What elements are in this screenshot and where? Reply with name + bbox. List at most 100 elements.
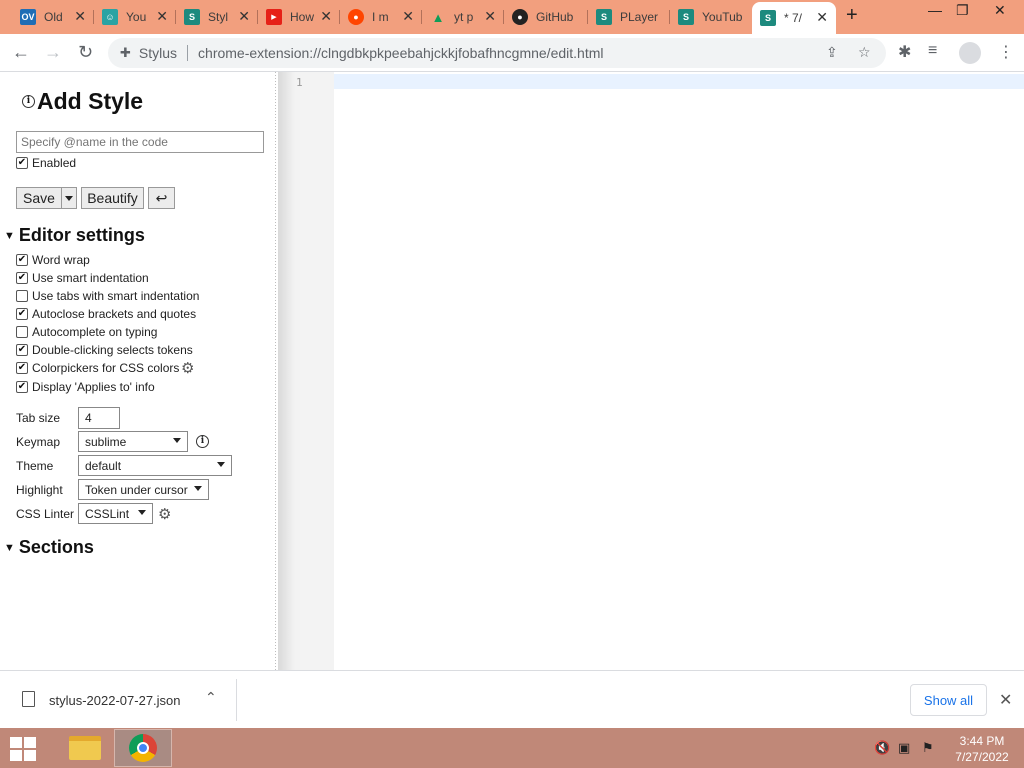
profile-avatar[interactable] (959, 42, 981, 64)
share-icon[interactable]: ⇪ (826, 44, 838, 61)
media-control-icon[interactable]: ≡ (928, 42, 937, 60)
tab-active-editor[interactable]: S * 7/ ✕ (752, 2, 836, 34)
site-label: Stylus (138, 45, 178, 61)
option-applies-to-info[interactable]: ✔ Display 'Applies to' info (16, 380, 155, 394)
colorpicker-gear-icon[interactable]: ⚙ (181, 359, 194, 377)
page-title-text: Add Style (37, 88, 144, 114)
checkbox-unchecked-icon[interactable] (16, 326, 28, 338)
save-dropdown-button[interactable] (61, 187, 77, 209)
forward-icon[interactable]: → (44, 42, 62, 63)
clock-date: 7/27/2022 (955, 750, 1009, 764)
close-icon[interactable]: ✕ (74, 8, 86, 25)
volume-muted-icon[interactable]: 🔇 (874, 740, 890, 756)
chevron-down-icon (138, 510, 146, 515)
download-file-name[interactable]: stylus-2022-07-27.json (49, 693, 181, 708)
checkbox-checked-icon[interactable]: ✔ (16, 272, 28, 284)
checkbox-checked-icon[interactable]: ✔ (16, 308, 28, 320)
clock[interactable]: 3:44 PM 7/27/2022 (950, 733, 1014, 765)
checkbox-checked-icon[interactable]: ✔ (16, 344, 28, 356)
tab-title: How (290, 10, 315, 24)
beautify-button[interactable]: Beautify (81, 187, 144, 209)
linter-gear-icon[interactable]: ⚙ (158, 505, 171, 523)
sections-heading[interactable]: ▼ Sections (4, 537, 94, 558)
tab-stylus[interactable]: S Styl ✕ (176, 4, 258, 30)
undo-button[interactable]: ↩ (148, 187, 175, 209)
tab-title: Styl (208, 10, 229, 24)
tab-title: yt p (454, 10, 474, 24)
url-text[interactable]: chrome-extension://clngdbkpkpeebahjckkjf… (198, 45, 603, 61)
close-icon[interactable]: ✕ (816, 9, 828, 26)
youtube-icon: ▶ (266, 9, 282, 25)
close-icon[interactable]: ✕ (238, 8, 250, 25)
tab-size-input[interactable]: 4 (78, 407, 120, 429)
triangle-down-icon: ▼ (4, 541, 15, 554)
save-button[interactable]: Save (16, 187, 62, 209)
triangle-down-icon: ▼ (4, 229, 15, 242)
close-icon[interactable]: ✕ (320, 8, 332, 25)
close-icon[interactable]: ✕ (402, 8, 414, 25)
address-bar[interactable]: ✚ Stylus chrome-extension://clngdbkpkpee… (108, 38, 886, 68)
close-icon[interactable]: ✕ (484, 8, 496, 25)
tab-how[interactable]: ▶ How ✕ (258, 4, 340, 30)
enabled-label: Enabled (32, 156, 77, 170)
chevron-down-icon (217, 462, 225, 467)
keymap-label: Keymap (16, 435, 61, 449)
close-icon[interactable]: ✕ (156, 8, 168, 25)
theme-select[interactable]: default (78, 455, 232, 476)
checkbox-checked-icon[interactable]: ✔ (16, 362, 28, 374)
close-icon[interactable]: ✕ (999, 690, 1012, 710)
checkbox-unchecked-icon[interactable] (16, 290, 28, 302)
checkbox-checked-icon[interactable]: ✔ (16, 254, 28, 266)
css-linter-select[interactable]: CSSLint (78, 503, 153, 524)
chevron-down-icon (65, 195, 73, 201)
tab-you[interactable]: ☺ You ✕ (94, 4, 176, 30)
option-tabs-smart-indentation[interactable]: Use tabs with smart indentation (16, 289, 199, 303)
style-name-input[interactable] (16, 131, 264, 153)
checkbox-checked-icon[interactable]: ✔ (16, 381, 28, 393)
keymap-select[interactable]: sublime (78, 431, 188, 452)
option-word-wrap[interactable]: ✔ Word wrap (16, 253, 90, 267)
info-icon[interactable]: i (22, 95, 35, 108)
stylus-icon: S (596, 9, 612, 25)
code-editor[interactable] (334, 72, 1024, 670)
windows-start-icon[interactable] (10, 737, 36, 761)
network-icon[interactable]: ▣ (898, 740, 910, 756)
chrome-taskbar-icon[interactable] (114, 729, 172, 767)
tab-reddit[interactable]: ● I m ✕ (340, 4, 422, 30)
window-close-icon[interactable]: ✕ (994, 2, 1006, 19)
tab-title: * 7/ (784, 11, 803, 25)
option-smart-indentation[interactable]: ✔ Use smart indentation (16, 271, 149, 285)
page-title: i Add Style (22, 88, 143, 115)
tab-player[interactable]: S PLayer (588, 4, 670, 30)
tab-title: I m (372, 10, 389, 24)
editor-gutter (278, 72, 334, 670)
keymap-info-icon[interactable]: i (196, 435, 209, 448)
option-autocomplete[interactable]: Autocomplete on typing (16, 325, 157, 339)
editor-settings-heading[interactable]: ▼ Editor settings (4, 225, 145, 246)
tab-drive[interactable]: ▲ yt p ✕ (422, 4, 504, 30)
highlight-select[interactable]: Token under cursor (78, 479, 209, 500)
tab-youtube[interactable]: S YouTub (670, 4, 752, 30)
restore-icon[interactable]: ❐ (956, 2, 969, 19)
show-all-button[interactable]: Show all (910, 684, 987, 716)
minimize-icon[interactable]: — (928, 2, 942, 18)
option-autoclose-brackets[interactable]: ✔ Autoclose brackets and quotes (16, 307, 196, 321)
ov-icon: OV (20, 9, 36, 25)
back-icon[interactable]: ← (12, 42, 30, 63)
menu-icon[interactable]: ⋮ (998, 42, 1014, 62)
reload-icon[interactable]: ↻ (78, 42, 93, 63)
checkbox-checked-icon[interactable]: ✔ (16, 157, 28, 169)
action-center-icon[interactable]: ⚑ (922, 740, 934, 756)
option-colorpickers[interactable]: ✔ Colorpickers for CSS colors (16, 361, 179, 375)
chevron-up-icon[interactable]: ⌃ (205, 689, 217, 706)
extensions-icon[interactable]: ✱ (898, 42, 911, 62)
enabled-checkbox[interactable]: ✔ Enabled (16, 156, 76, 170)
windows-taskbar: 🔇 ▣ ⚑ 3:44 PM 7/27/2022 (0, 728, 1024, 768)
bookmark-star-icon[interactable]: ☆ (858, 44, 871, 61)
option-double-click-tokens[interactable]: ✔ Double-clicking selects tokens (16, 343, 193, 357)
tab-github[interactable]: ● GitHub (504, 4, 588, 30)
tab-old[interactable]: OV Old ✕ (12, 4, 94, 30)
new-tab-icon[interactable]: + (846, 4, 858, 27)
file-explorer-icon[interactable] (56, 729, 114, 767)
github-icon: ● (512, 9, 528, 25)
